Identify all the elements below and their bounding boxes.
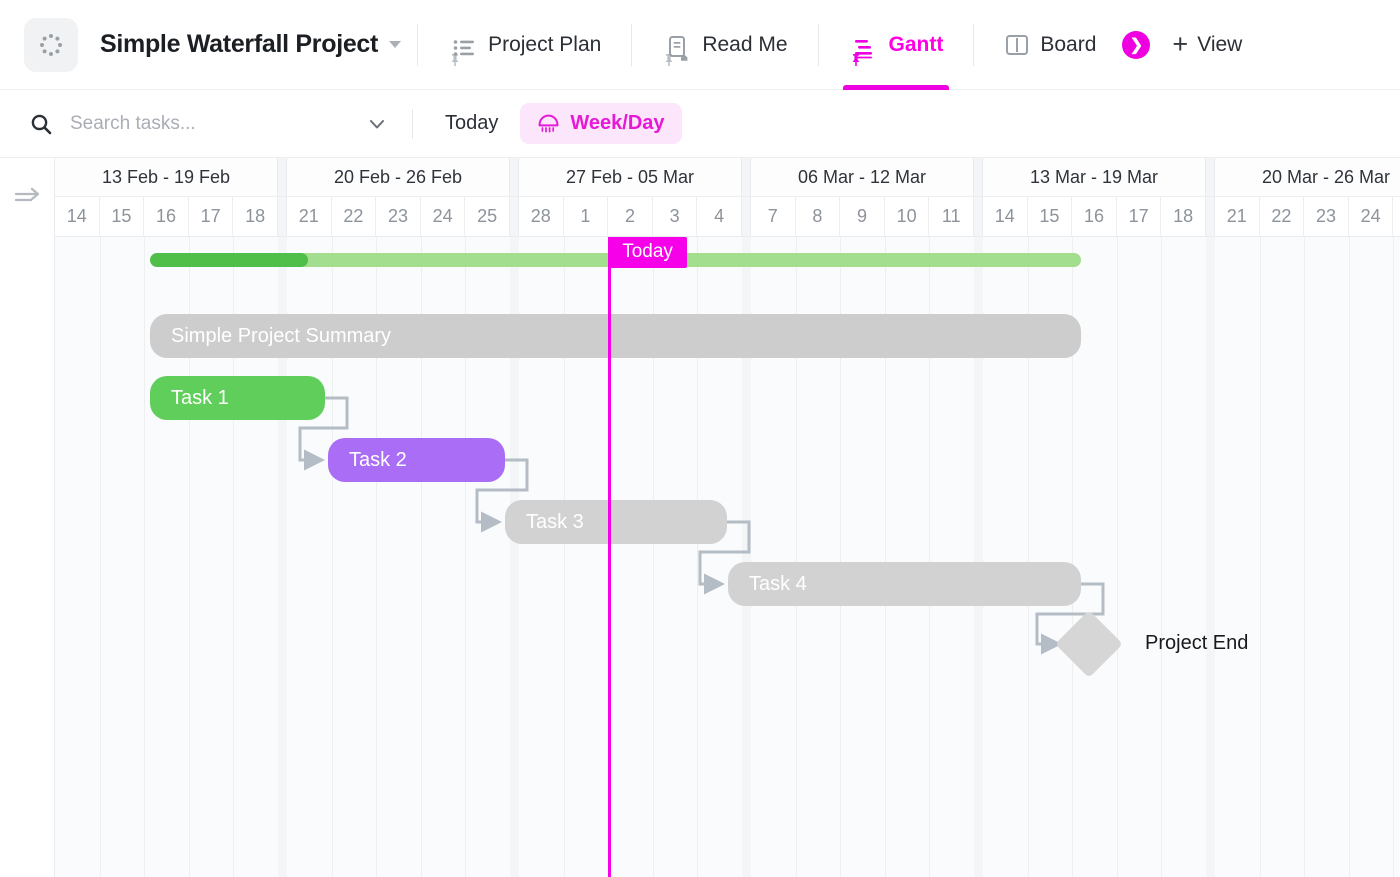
day-header-cell: 9 bbox=[840, 197, 885, 237]
today-badge: Today bbox=[608, 237, 687, 268]
gantt-chart: 13 Feb - 19 Feb20 Feb - 26 Feb27 Feb - 0… bbox=[0, 158, 1400, 877]
day-header-cell: 23 bbox=[376, 197, 421, 237]
gantt-toolbar: Today Week/Day bbox=[0, 90, 1400, 158]
weekend-gap bbox=[278, 158, 287, 197]
collapse-panel-icon[interactable] bbox=[13, 184, 43, 214]
day-header-cell: 11 bbox=[929, 197, 974, 237]
milestone-label: Project End bbox=[1145, 632, 1248, 655]
weekend-gap bbox=[1206, 158, 1215, 197]
day-header-cell: 16 bbox=[1072, 197, 1117, 237]
doc-home-icon bbox=[666, 35, 692, 61]
day-header-cell: 22 bbox=[332, 197, 377, 237]
add-view-label: View bbox=[1197, 33, 1242, 57]
Task 1[interactable]: Task 1 bbox=[150, 376, 325, 420]
day-header-cell: 18 bbox=[1161, 197, 1206, 237]
search-input[interactable] bbox=[68, 112, 318, 136]
tab-gantt[interactable]: Gantt bbox=[835, 0, 958, 90]
divider bbox=[631, 24, 632, 66]
day-header-cell: 24 bbox=[421, 197, 466, 237]
day-header-cell: 17 bbox=[1117, 197, 1162, 237]
day-header-cell: 25 bbox=[465, 197, 510, 237]
chevron-down-icon[interactable] bbox=[364, 111, 390, 137]
day-header-cell: 7 bbox=[751, 197, 796, 237]
day-header-cell: 17 bbox=[189, 197, 234, 237]
calendar-week-icon bbox=[537, 112, 560, 135]
day-header-cell: 15 bbox=[100, 197, 145, 237]
divider bbox=[818, 24, 819, 66]
tab-label: Gantt bbox=[889, 33, 944, 57]
week-header-cell: 06 Mar - 12 Mar bbox=[751, 158, 974, 197]
tab-label: Project Plan bbox=[488, 33, 601, 57]
week-header-cell: 20 Mar - 26 Mar bbox=[1215, 158, 1400, 197]
day-header-cell: 1 bbox=[564, 197, 609, 237]
tab-board[interactable]: Board bbox=[990, 0, 1110, 90]
day-header-cell: 8 bbox=[796, 197, 841, 237]
Task 2[interactable]: Task 2 bbox=[328, 438, 505, 482]
timeline: 13 Feb - 19 Feb20 Feb - 26 Feb27 Feb - 0… bbox=[55, 158, 1400, 877]
tab-read-me[interactable]: Read Me bbox=[648, 0, 801, 90]
week-header-cell: 27 Feb - 05 Mar bbox=[519, 158, 742, 197]
gantt-icon bbox=[853, 35, 879, 61]
page-title: Simple Waterfall Project bbox=[100, 30, 378, 59]
divider bbox=[412, 109, 413, 139]
Task 4[interactable]: Task 4 bbox=[728, 562, 1081, 606]
add-view-button[interactable]: + View bbox=[1172, 31, 1242, 58]
day-header-cell: 23 bbox=[1304, 197, 1349, 237]
chevron-down-icon[interactable] bbox=[389, 41, 401, 48]
gantt-canvas[interactable]: Simple Project Summary Task 1Task 2Task 3… bbox=[55, 237, 1400, 877]
day-header-cell: 22 bbox=[1260, 197, 1305, 237]
chevron-right-circle-icon[interactable]: ❯ bbox=[1122, 31, 1150, 59]
divider bbox=[973, 24, 974, 66]
tab-label: Board bbox=[1040, 33, 1096, 57]
weekend-gap bbox=[1206, 197, 1215, 237]
day-header-cell: 28 bbox=[519, 197, 564, 237]
day-header-cell: 25 bbox=[1393, 197, 1400, 237]
search-icon bbox=[30, 113, 52, 135]
weekend-gap bbox=[742, 197, 751, 237]
active-tab-underline bbox=[843, 85, 950, 90]
tab-label: Read Me bbox=[702, 33, 787, 57]
weekend-gap bbox=[742, 158, 751, 197]
Simple Project Summary[interactable]: Simple Project Summary bbox=[150, 314, 1081, 358]
weekend-gap bbox=[510, 158, 519, 197]
week-header-cell: 13 Feb - 19 Feb bbox=[55, 158, 278, 197]
zoom-level-label: Week/Day bbox=[570, 112, 664, 135]
today-line bbox=[608, 237, 611, 877]
day-header-cell: 14 bbox=[55, 197, 100, 237]
gantt-app: Simple Waterfall Project Project Plan bbox=[0, 0, 1400, 877]
list-view-icon bbox=[452, 35, 478, 61]
Task 3[interactable]: Task 3 bbox=[505, 500, 727, 544]
day-header-cell: 14 bbox=[983, 197, 1028, 237]
day-header-cell: 18 bbox=[233, 197, 278, 237]
board-icon bbox=[1004, 32, 1030, 58]
plus-icon: + bbox=[1172, 31, 1188, 58]
week-header-cell: 20 Feb - 26 Feb bbox=[287, 158, 510, 197]
search-box[interactable] bbox=[30, 112, 360, 136]
app-header: Simple Waterfall Project Project Plan bbox=[0, 0, 1400, 90]
tab-project-plan[interactable]: Project Plan bbox=[434, 0, 615, 90]
zoom-level-button[interactable]: Week/Day bbox=[520, 103, 681, 144]
day-header-cell: 15 bbox=[1028, 197, 1073, 237]
project-logo-icon[interactable] bbox=[24, 18, 78, 72]
weekend-gap bbox=[278, 197, 287, 237]
weekend-gap bbox=[510, 197, 519, 237]
week-header-cell: 13 Mar - 19 Mar bbox=[983, 158, 1206, 197]
day-header-cell: 21 bbox=[287, 197, 332, 237]
day-header-cell: 24 bbox=[1349, 197, 1394, 237]
day-header-cell: 16 bbox=[144, 197, 189, 237]
day-header-cell: 21 bbox=[1215, 197, 1260, 237]
divider bbox=[417, 24, 418, 66]
task-list-pane bbox=[0, 158, 55, 877]
day-header-cell: 10 bbox=[885, 197, 930, 237]
today-button[interactable]: Today bbox=[435, 106, 508, 141]
weekend-gap bbox=[974, 197, 983, 237]
day-header-cell: 3 bbox=[653, 197, 698, 237]
progress-fill bbox=[150, 253, 308, 267]
weekend-gap bbox=[974, 158, 983, 197]
day-header-cell: 4 bbox=[697, 197, 742, 237]
day-header-cell: 2 bbox=[608, 197, 653, 237]
